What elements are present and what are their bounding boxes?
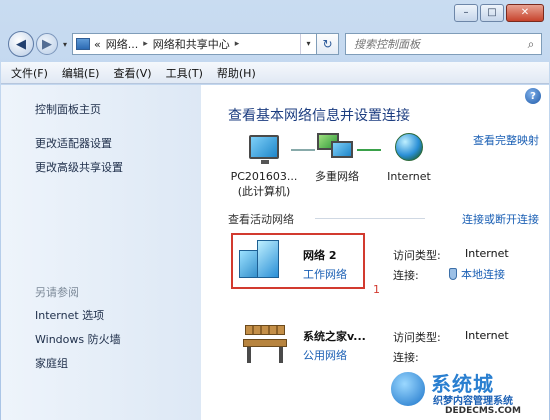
network-type-link[interactable]: 工作网络 xyxy=(303,266,347,282)
view-full-map-link[interactable]: 查看完整映射 xyxy=(473,132,539,148)
connections-key: 连接: xyxy=(393,269,419,282)
section-divider xyxy=(315,218,425,219)
menu-tools[interactable]: 工具(T) xyxy=(166,65,203,81)
watermark: 系统城 织梦内容管理系统 DEDECMS.COM xyxy=(389,368,549,420)
access-type-value: Internet xyxy=(465,247,509,260)
sidebar-link-advanced-sharing[interactable]: 更改高级共享设置 xyxy=(35,159,123,175)
recent-pages-dropdown[interactable]: ▾ xyxy=(63,40,67,49)
watermark-subtitle: 织梦内容管理系统 xyxy=(433,396,513,407)
sidebar-link-internet-options[interactable]: Internet 选项 xyxy=(35,307,104,323)
menu-bar: 文件(F) 编辑(E) 查看(V) 工具(T) 帮助(H) xyxy=(1,62,549,84)
breadcrumb-separator-icon[interactable]: ▸ xyxy=(235,39,240,49)
public-network-icon[interactable] xyxy=(241,323,291,365)
minimize-icon: – xyxy=(463,7,469,18)
computer-label: PC201603... xyxy=(230,170,298,183)
maximize-icon: □ xyxy=(487,7,497,18)
internet-label: Internet xyxy=(387,170,431,183)
breadcrumb-overflow[interactable]: « xyxy=(94,38,101,51)
navigation-bar: ◀ ▶ ▾ « 网络... ▸ 网络和共享中心 ▸ ▾ ↻ ⌕ xyxy=(8,30,542,58)
menu-edit[interactable]: 编辑(E) xyxy=(62,65,100,81)
back-arrow-icon: ◀ xyxy=(16,36,26,52)
breadcrumb-sharing-center[interactable]: 网络和共享中心 xyxy=(153,36,230,52)
maximize-button[interactable]: □ xyxy=(480,4,504,22)
control-panel-icon xyxy=(76,38,91,50)
ethernet-plug-icon xyxy=(449,268,457,280)
globe-icon xyxy=(395,133,423,161)
forward-arrow-icon: ▶ xyxy=(42,36,52,52)
map-node-internet[interactable]: Internet xyxy=(381,133,437,184)
menu-file[interactable]: 文件(F) xyxy=(11,65,48,81)
map-node-computer[interactable]: PC201603... (此计算机) xyxy=(229,135,299,199)
page-title: 查看基本网络信息并设置连接 xyxy=(228,108,410,124)
multiple-networks-icon xyxy=(317,133,357,161)
search-icon[interactable]: ⌕ xyxy=(521,37,541,52)
local-connection-link[interactable]: 本地连接 xyxy=(449,266,505,282)
refresh-icon: ↻ xyxy=(322,37,333,51)
search-box[interactable]: ⌕ xyxy=(345,33,542,55)
close-button[interactable]: ✕ xyxy=(506,4,544,22)
sidebar-link-homegroup[interactable]: 家庭组 xyxy=(35,355,68,371)
help-icon[interactable]: ? xyxy=(525,88,541,104)
close-icon: ✕ xyxy=(520,7,530,18)
work-network-icon[interactable] xyxy=(239,240,289,280)
back-button[interactable]: ◀ xyxy=(8,31,34,57)
watermark-logo-icon xyxy=(389,370,427,408)
connect-disconnect-link[interactable]: 连接或断开连接 xyxy=(462,211,539,227)
menu-help[interactable]: 帮助(H) xyxy=(217,65,256,81)
connections-key: 连接: xyxy=(393,351,419,364)
network-name: 系统之家v... xyxy=(303,330,366,343)
active-networks-label: 查看活动网络 xyxy=(228,213,294,226)
minimize-button[interactable]: – xyxy=(454,4,478,22)
menu-view[interactable]: 查看(V) xyxy=(113,65,151,81)
address-dropdown-icon[interactable]: ▾ xyxy=(300,34,316,54)
map-link-line xyxy=(357,149,381,151)
sidebar-link-control-panel-home[interactable]: 控制面板主页 xyxy=(35,101,101,117)
watermark-domain: DEDECMS.COM xyxy=(445,406,521,416)
see-also-heading: 另请参阅 xyxy=(35,286,79,299)
window-controls: – □ ✕ xyxy=(454,4,544,22)
address-bar[interactable]: « 网络... ▸ 网络和共享中心 ▸ ▾ xyxy=(72,33,318,55)
window-frame: – □ ✕ ◀ ▶ ▾ « 网络... ▸ 网络和共享中心 ▸ ▾ ↻ ⌕ 文件… xyxy=(0,0,550,420)
access-type-key: 访问类型: xyxy=(393,249,441,262)
search-input[interactable] xyxy=(354,37,521,51)
access-type-value: Internet xyxy=(465,329,509,342)
refresh-button[interactable]: ↻ xyxy=(317,33,340,55)
sidebar: 控制面板主页 更改适配器设置 更改高级共享设置 另请参阅 Internet 选项… xyxy=(1,85,201,420)
breadcrumb-separator-icon[interactable]: ▸ xyxy=(143,39,148,49)
sidebar-link-windows-firewall[interactable]: Windows 防火墙 xyxy=(35,331,121,347)
computer-sublabel: (此计算机) xyxy=(237,185,291,198)
network-label: 多重网络 xyxy=(315,170,359,183)
map-node-network[interactable]: 多重网络 xyxy=(307,133,367,184)
sidebar-link-adapter-settings[interactable]: 更改适配器设置 xyxy=(35,135,112,151)
computer-icon xyxy=(249,135,279,164)
access-type-key: 访问类型: xyxy=(393,331,441,344)
forward-button[interactable]: ▶ xyxy=(36,33,58,55)
breadcrumb-network[interactable]: 网络... xyxy=(106,36,139,52)
network-type-link[interactable]: 公用网络 xyxy=(303,347,347,363)
network-name: 网络 2 xyxy=(303,249,337,262)
content-area: 控制面板主页 更改适配器设置 更改高级共享设置 另请参阅 Internet 选项… xyxy=(1,85,549,420)
local-connection-label[interactable]: 本地连接 xyxy=(461,266,505,282)
annotation-marker: 1 xyxy=(373,283,380,296)
